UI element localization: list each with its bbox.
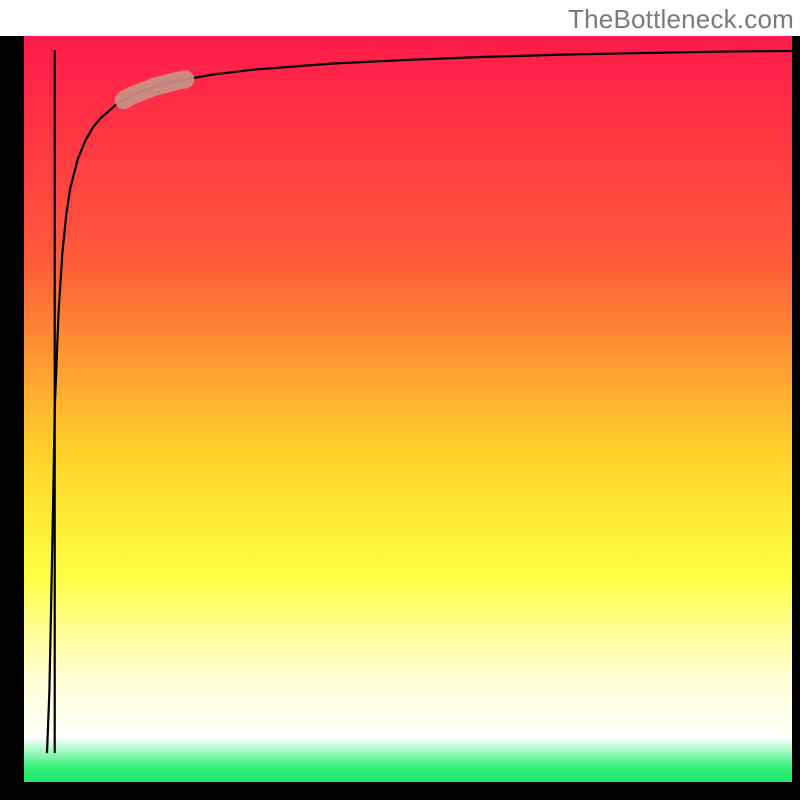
bottom-border xyxy=(0,782,800,800)
chart-svg xyxy=(0,0,800,800)
gradient-background xyxy=(24,36,792,782)
right-border xyxy=(792,36,800,782)
left-border xyxy=(0,36,24,782)
chart-stage: TheBottleneck.com xyxy=(0,0,800,800)
